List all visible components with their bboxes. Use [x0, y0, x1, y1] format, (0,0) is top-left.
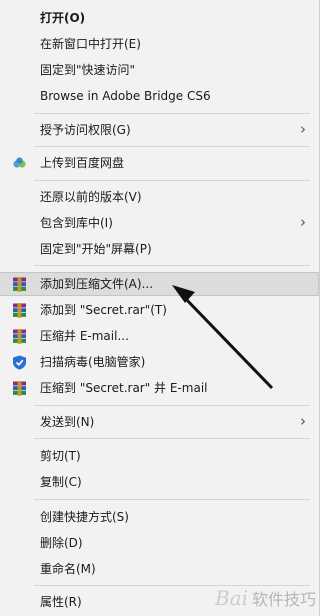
- watermark-brand: Bai: [214, 586, 248, 610]
- watermark-text: 软件技巧: [251, 590, 316, 609]
- annotation-arrow: [172, 285, 274, 390]
- watermark: Bai 软件技巧: [215, 586, 316, 610]
